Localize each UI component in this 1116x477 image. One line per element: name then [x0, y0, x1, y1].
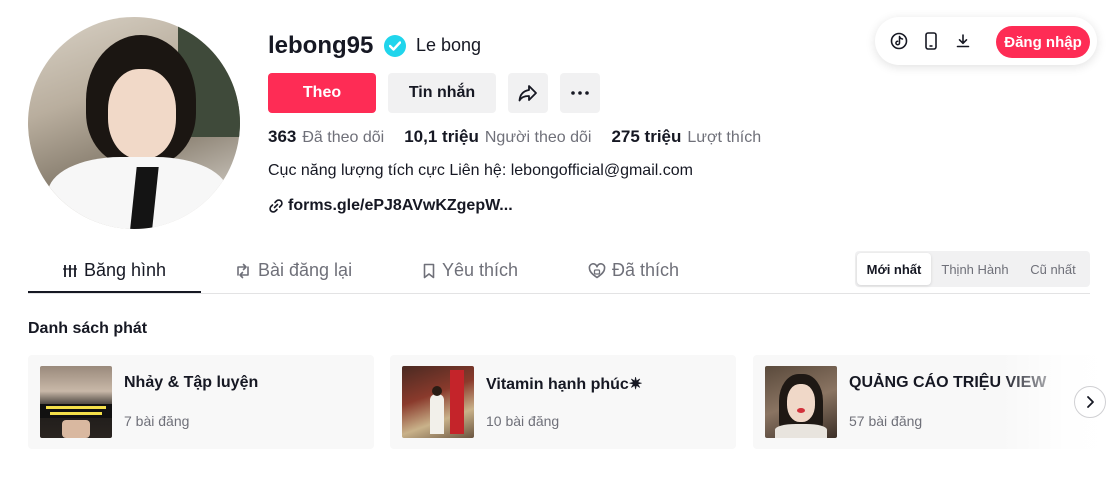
active-tab-indicator: [28, 291, 201, 293]
playlist-card[interactable]: Vitamin hạnh phúc✷ 10 bài đăng: [390, 355, 736, 449]
tab-favorites[interactable]: Yêu thích: [422, 260, 518, 281]
profile-bio: Cục năng lượng tích cực Liên hệ: lebongo…: [268, 162, 693, 179]
tab-label: Đã thích: [612, 260, 680, 280]
stat-likes: 275 triệu Lượt thích: [611, 127, 761, 147]
playlist-thumbnail: [765, 366, 837, 438]
profile-stats: 363 Đã theo dõi 10,1 triệu Người theo dõ…: [268, 127, 781, 147]
tab-reposts[interactable]: Bài đăng lại: [234, 260, 352, 281]
playlist-thumbnail: [402, 366, 474, 438]
download-icon[interactable]: [953, 31, 973, 51]
stat-value: 10,1 triệu: [404, 127, 479, 146]
device-icon[interactable]: [921, 31, 941, 51]
repost-icon: [237, 263, 249, 278]
sort-oldest-button[interactable]: Cũ nhất: [1019, 253, 1087, 285]
playlist-thumbnail: [40, 366, 112, 438]
tab-label: Bài đăng lại: [258, 260, 353, 280]
playlist-count: 57 bài đăng: [849, 413, 923, 429]
heart-icon: [588, 262, 606, 278]
login-button[interactable]: Đăng nhập: [996, 26, 1090, 58]
tab-label: Yêu thích: [442, 260, 519, 280]
sort-control: Mới nhất Thịnh Hành Cũ nhất: [855, 251, 1090, 287]
playlists-heading: Danh sách phát: [28, 320, 148, 337]
link-icon: [269, 199, 283, 213]
more-dots-icon: [571, 91, 589, 95]
verified-badge-icon: [384, 35, 406, 57]
bookmark-icon: [423, 263, 435, 278]
tiktok-logo-icon[interactable]: [889, 31, 909, 51]
stat-following[interactable]: 363 Đã theo dõi: [268, 127, 384, 147]
profile-link[interactable]: forms.gle/ePJ8AVwKZgepW...: [268, 197, 513, 215]
playlist-card[interactable]: Nhảy & Tập luyện 7 bài đăng: [28, 355, 374, 449]
share-icon: [518, 85, 537, 102]
chevron-right-icon: [1087, 396, 1094, 408]
profile-avatar: [28, 17, 240, 229]
sort-popular-button[interactable]: Thịnh Hành: [933, 253, 1017, 285]
stat-label: Đã theo dõi: [302, 129, 385, 146]
stat-value: 363: [268, 127, 297, 146]
playlist-title: Nhảy & Tập luyện: [124, 374, 259, 391]
tab-videos[interactable]: Băng hình: [62, 260, 166, 281]
stat-value: 275 triệu: [611, 127, 682, 146]
profile-link-text: forms.gle/ePJ8AVwKZgepW...: [288, 197, 513, 214]
share-button[interactable]: [508, 73, 548, 113]
tab-label: Băng hình: [84, 260, 167, 280]
stat-label: Người theo dõi: [484, 129, 592, 146]
playlist-count: 7 bài đăng: [124, 413, 190, 429]
more-options-button[interactable]: [560, 73, 600, 113]
playlist-count: 10 bài đăng: [486, 413, 560, 429]
playlist-title: Vitamin hạnh phúc✷: [486, 376, 643, 393]
stat-followers[interactable]: 10,1 triệu Người theo dõi: [404, 127, 591, 147]
stat-label: Lượt thích: [687, 129, 762, 146]
message-button[interactable]: Tin nhắn: [388, 73, 496, 113]
grid-icon: [63, 264, 77, 277]
profile-username: lebong95: [268, 32, 374, 59]
sort-latest-button[interactable]: Mới nhất: [857, 253, 931, 285]
follow-button[interactable]: Theo: [268, 73, 376, 113]
tab-liked[interactable]: Đã thích: [588, 260, 679, 281]
profile-nickname: Le bong: [416, 35, 482, 55]
carousel-next-button[interactable]: [1074, 386, 1106, 418]
